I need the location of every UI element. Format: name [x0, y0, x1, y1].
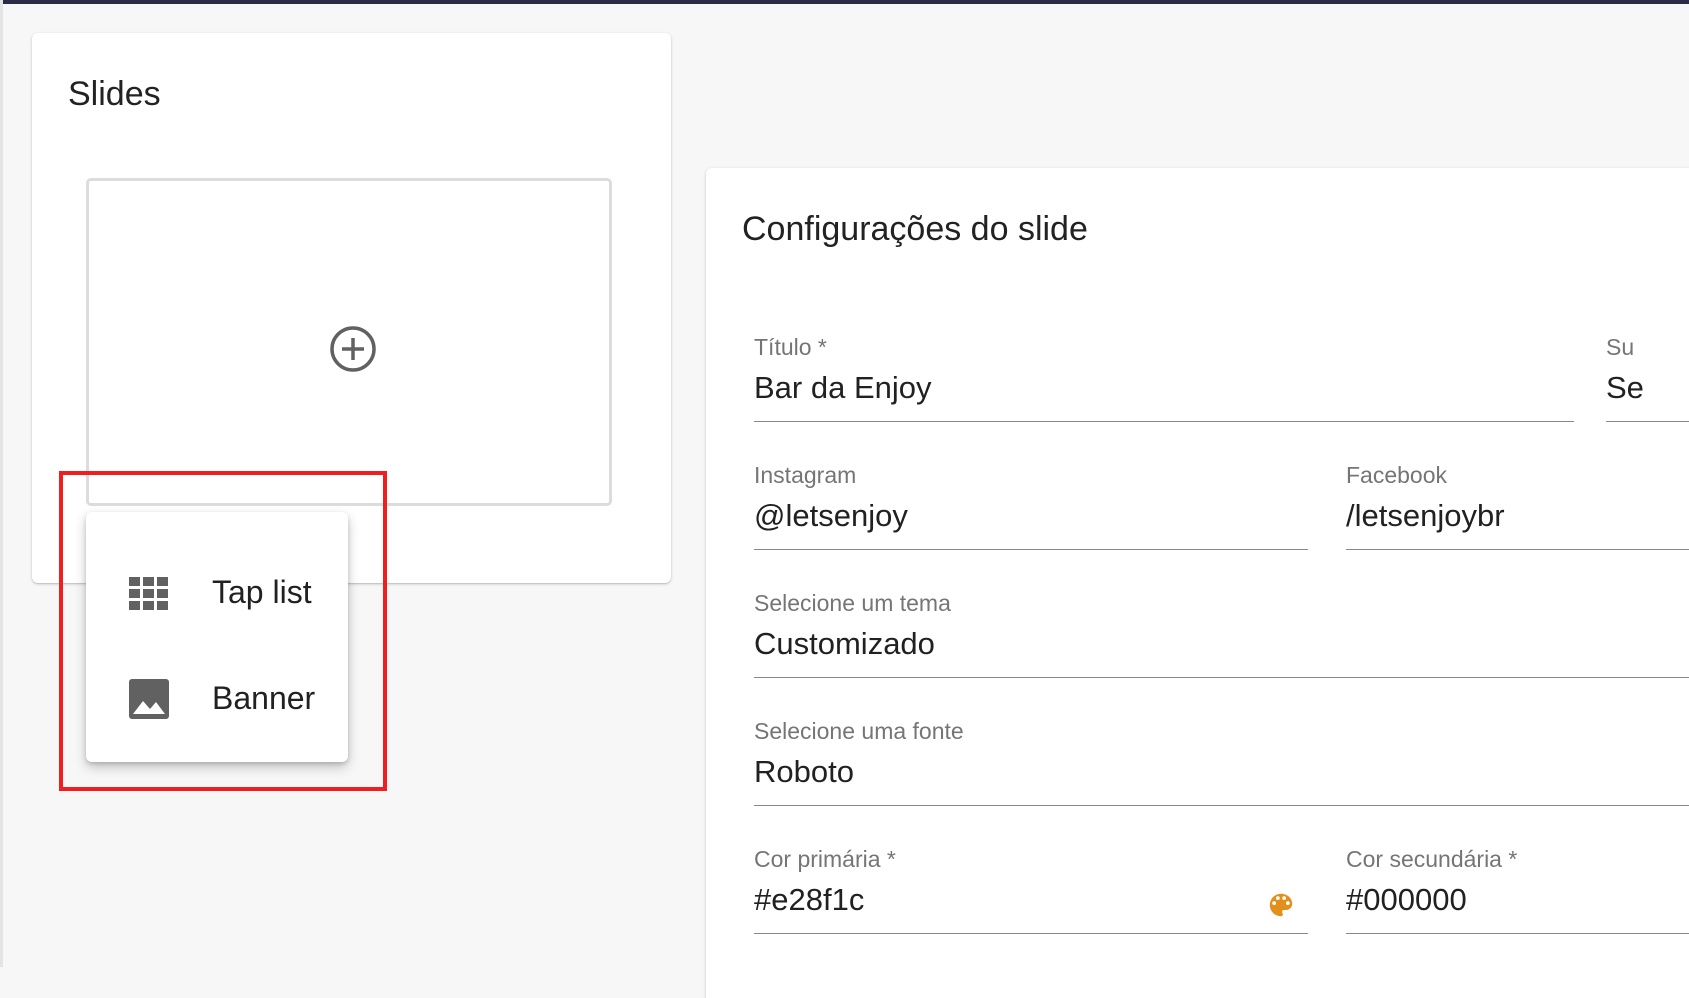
- facebook-underline: [1346, 549, 1689, 550]
- menu-item-label: Banner: [212, 680, 316, 716]
- theme-value[interactable]: Customizado: [754, 626, 935, 662]
- font-underline: [754, 805, 1689, 806]
- font-label: Selecione uma fonte: [754, 718, 964, 744]
- title-underline: [754, 421, 1574, 422]
- palette-icon[interactable]: [1266, 890, 1296, 920]
- title-label: Título *: [754, 334, 827, 360]
- primary-color-input[interactable]: #e28f1c: [754, 882, 864, 918]
- menu-item-banner[interactable]: Banner: [86, 646, 348, 752]
- slide-settings-title: Configurações do slide: [742, 210, 1088, 248]
- menu-item-tap-list[interactable]: Tap list: [86, 540, 348, 646]
- theme-label: Selecione um tema: [754, 590, 951, 616]
- facebook-label: Facebook: [1346, 462, 1448, 488]
- grid-icon: [129, 577, 168, 610]
- slide-settings-card: Configurações do slide Título * Bar da E…: [706, 168, 1689, 998]
- secondary-color-label: Cor secundária *: [1346, 846, 1518, 872]
- menu-item-label: Tap list: [212, 574, 312, 610]
- theme-select[interactable]: Selecione um tema Customizado: [754, 590, 1689, 678]
- left-divider: [0, 0, 3, 967]
- slides-card: Slides: [32, 33, 671, 583]
- facebook-field[interactable]: Facebook /letsenjoybr: [1346, 462, 1689, 550]
- primary-color-underline: [754, 933, 1308, 934]
- title-input[interactable]: Bar da Enjoy: [754, 370, 932, 406]
- slide-type-menu: Tap list Banner: [86, 512, 348, 762]
- font-select[interactable]: Selecione uma fonte Roboto: [754, 718, 1689, 806]
- instagram-field[interactable]: Instagram @letsenjoy: [754, 462, 1308, 550]
- primary-color-field[interactable]: Cor primária * #e28f1c: [754, 846, 1308, 934]
- secondary-color-underline: [1346, 933, 1689, 934]
- subtitle-underline: [1606, 421, 1689, 422]
- subtitle-label: Su: [1606, 334, 1635, 360]
- facebook-input[interactable]: /letsenjoybr: [1346, 498, 1505, 534]
- instagram-label: Instagram: [754, 462, 857, 488]
- image-icon: [129, 679, 169, 719]
- subtitle-input[interactable]: Se: [1606, 370, 1644, 406]
- add-circle-icon: [330, 326, 376, 372]
- instagram-input[interactable]: @letsenjoy: [754, 498, 908, 534]
- title-field[interactable]: Título * Bar da Enjoy: [754, 334, 1574, 422]
- secondary-color-field[interactable]: Cor secundária * #000000: [1346, 846, 1689, 934]
- theme-underline: [754, 677, 1689, 678]
- add-slide-button[interactable]: [86, 178, 612, 506]
- secondary-color-input[interactable]: #000000: [1346, 882, 1467, 918]
- instagram-underline: [754, 549, 1308, 550]
- slides-title: Slides: [68, 75, 161, 113]
- top-app-bar-edge: [0, 0, 1689, 4]
- subtitle-field[interactable]: Su Se: [1606, 334, 1689, 422]
- primary-color-label: Cor primária *: [754, 846, 896, 872]
- font-value[interactable]: Roboto: [754, 754, 854, 790]
